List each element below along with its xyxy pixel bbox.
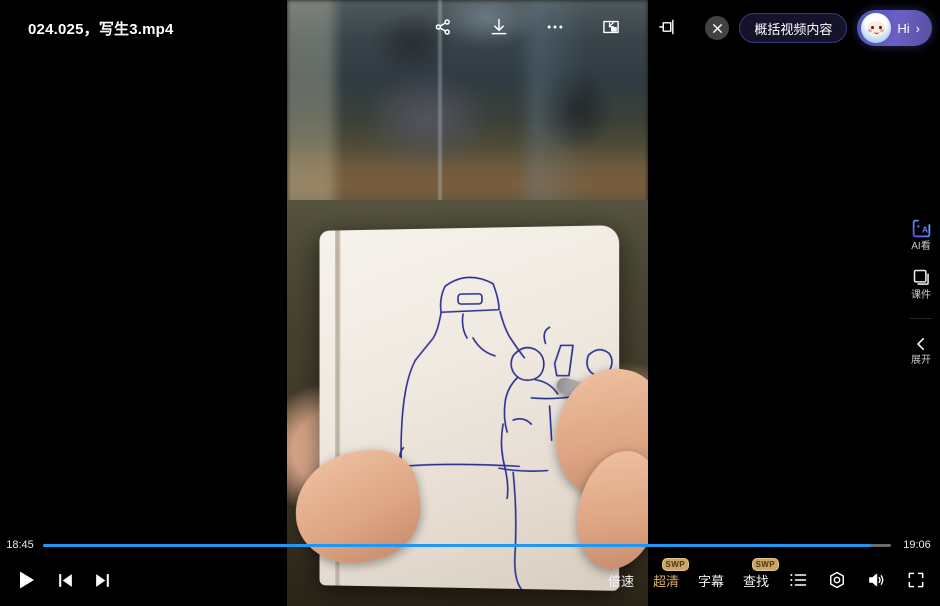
gear-icon bbox=[830, 571, 844, 589]
next-icon bbox=[96, 573, 109, 587]
sidebar-divider bbox=[910, 318, 932, 319]
play-icon bbox=[20, 571, 34, 589]
video-surface[interactable] bbox=[287, 0, 648, 606]
more-icon[interactable] bbox=[540, 12, 570, 42]
picture-in-picture-icon[interactable] bbox=[596, 12, 626, 42]
playlist-button[interactable] bbox=[788, 570, 808, 590]
seek-bar[interactable] bbox=[43, 543, 891, 547]
search-button[interactable]: 查找 SWP bbox=[742, 557, 779, 590]
search-label: 查找 bbox=[742, 573, 769, 589]
courseware-icon bbox=[913, 269, 929, 285]
playback-speed-button[interactable]: 倍速 bbox=[608, 571, 634, 590]
chevron-right-icon: › bbox=[915, 20, 920, 36]
ai-assistant-greeting: Hi bbox=[897, 20, 910, 36]
cast-icon[interactable] bbox=[652, 12, 682, 42]
ai-assistant-button[interactable]: Hi › bbox=[857, 10, 932, 46]
download-icon[interactable] bbox=[484, 12, 514, 42]
summarize-video-button[interactable]: 概括视频内容 bbox=[739, 13, 848, 43]
play-button[interactable] bbox=[14, 568, 38, 592]
video-player: 024.025，写生3.mp4 概括视频内容 Hi › AI AI看 课件 展开… bbox=[0, 0, 940, 606]
playback-speed-label: 倍速 bbox=[607, 573, 634, 589]
top-icon-group bbox=[428, 12, 682, 42]
next-button[interactable] bbox=[93, 571, 112, 590]
sidebar-item-ai-watch-label: AI看 bbox=[911, 241, 931, 252]
player-controls: 倍速 超清 SWP 字幕 查找 SWP bbox=[0, 554, 940, 606]
previous-button[interactable] bbox=[56, 571, 75, 590]
quality-label: 超清 bbox=[652, 573, 679, 589]
right-sidebar: AI AI看 课件 展开 bbox=[902, 218, 940, 367]
video-title: 024.025，写生3.mp4 bbox=[28, 21, 174, 38]
volume-icon bbox=[869, 573, 884, 587]
svg-text:AI: AI bbox=[921, 224, 929, 234]
quality-button[interactable]: 超清 SWP bbox=[652, 557, 689, 590]
summarize-video-label: 概括视频内容 bbox=[754, 21, 833, 37]
close-icon bbox=[712, 23, 722, 33]
sidebar-item-courseware[interactable]: 课件 bbox=[902, 267, 940, 302]
previous-icon bbox=[59, 573, 72, 587]
subtitle-button[interactable]: 字幕 bbox=[698, 571, 724, 590]
playlist-icon bbox=[790, 574, 807, 586]
sidebar-item-courseware-label: 课件 bbox=[911, 290, 931, 301]
ai-watch-icon: AI bbox=[912, 219, 930, 238]
subtitle-label: 字幕 bbox=[697, 573, 724, 589]
chevron-left-icon bbox=[917, 337, 925, 351]
close-button[interactable] bbox=[705, 16, 730, 40]
secondary-controls: 倍速 超清 SWP 字幕 查找 SWP bbox=[608, 557, 940, 590]
fullscreen-icon bbox=[908, 572, 924, 588]
search-badge: SWP bbox=[751, 557, 779, 571]
sidebar-item-expand[interactable]: 展开 bbox=[902, 335, 940, 367]
share-icon[interactable] bbox=[428, 12, 458, 42]
seek-bar-fill bbox=[43, 543, 871, 547]
settings-button[interactable] bbox=[827, 570, 847, 590]
total-time: 19:06 bbox=[903, 539, 931, 551]
quality-badge: SWP bbox=[661, 557, 689, 571]
current-time: 18:45 bbox=[6, 539, 34, 551]
sidebar-item-expand-label: 展开 bbox=[911, 355, 931, 366]
playback-controls bbox=[0, 568, 112, 592]
avatar bbox=[861, 13, 892, 43]
volume-button[interactable] bbox=[866, 570, 887, 590]
fullscreen-button[interactable] bbox=[906, 570, 926, 590]
sidebar-item-ai-watch[interactable]: AI AI看 bbox=[902, 218, 940, 253]
top-right-group: 概括视频内容 Hi › bbox=[705, 10, 932, 46]
